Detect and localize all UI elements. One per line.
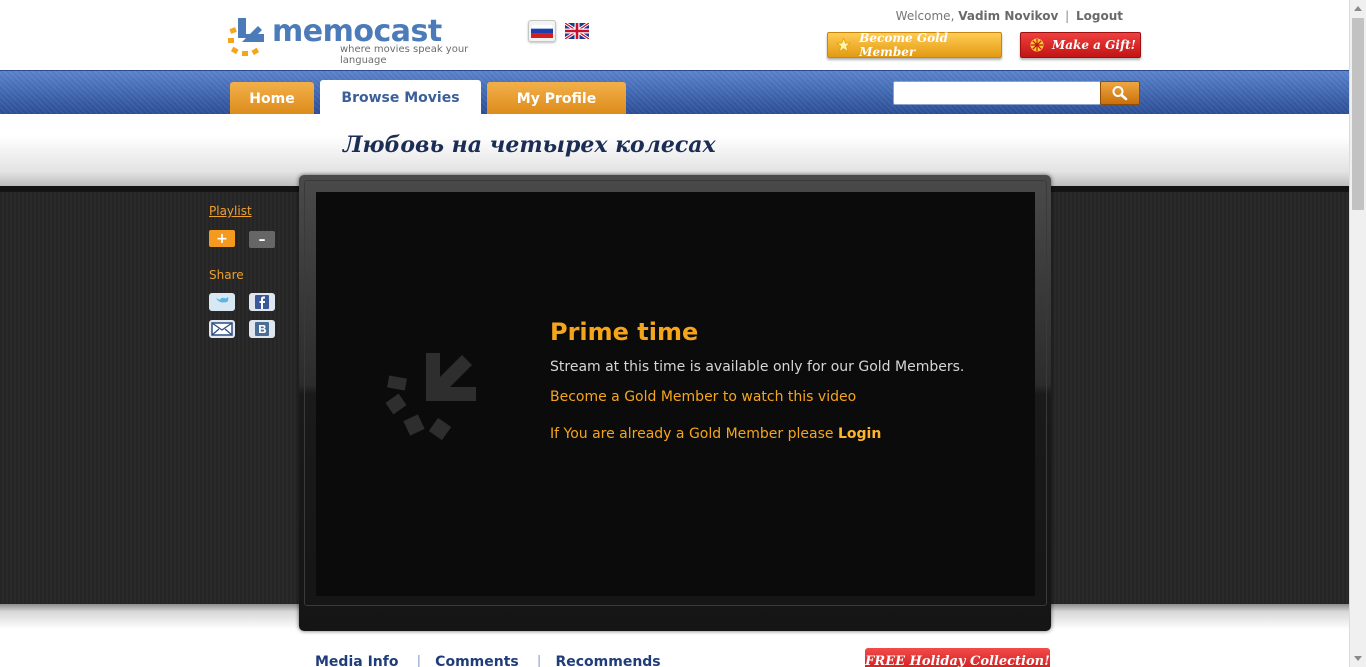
video-player[interactable]: Prime time Stream at this time is availa… [316,192,1035,596]
main-navigation: Home Browse Movies My Profile [0,70,1349,116]
site-header: memocast where movies speak your languag… [0,0,1349,70]
language-english-button[interactable] [563,20,591,42]
twitter-icon [216,297,229,303]
playlist-add-button[interactable]: + [209,230,235,247]
media-tabs: Media Info | Comments | Recommends [315,654,679,667]
memocast-arrow-icon [228,18,264,56]
login-link[interactable]: Login [838,426,881,442]
tab-home[interactable]: Home [230,82,314,115]
make-a-gift-button[interactable]: Make a Gift! [1020,32,1141,58]
tab-my-profile[interactable]: My Profile [487,82,626,115]
share-facebook-button[interactable] [249,293,275,311]
email-icon [211,322,233,336]
language-russian-button[interactable] [528,20,556,42]
snowflake-icon [1030,38,1044,52]
tab-comments[interactable]: Comments [435,654,537,667]
scrollbar-thumb[interactable] [1352,18,1364,210]
tab-separator: | [416,654,422,667]
scroll-up-arrow-icon[interactable] [1353,4,1363,14]
share-label: Share [209,268,244,282]
memocast-watermark-icon [385,353,476,441]
welcome-separator: | [1065,9,1070,23]
search-input[interactable] [893,81,1101,105]
share-email-button[interactable] [209,320,235,338]
logout-link[interactable]: Logout [1076,9,1123,23]
page-scrollbar[interactable] [1349,0,1366,667]
magnifier-icon [1112,86,1128,101]
login-prompt: If You are already a Gold Member please … [550,426,881,442]
become-gold-member-button[interactable]: Become Gold Member [827,31,1002,59]
brand-tagline: where movies speak your language [340,44,469,66]
welcome-bar: Welcome, Vadim Novikov | Logout [896,9,1123,23]
welcome-text: Welcome, [895,9,955,23]
tab-separator: | [536,654,542,667]
tab-media-info[interactable]: Media Info [315,654,416,667]
prime-time-message: Stream at this time is available only fo… [550,359,965,375]
become-gold-member-label: Become Gold Member [859,31,949,59]
movie-title: Любовь на четырех колесах [343,132,716,158]
become-gold-member-link[interactable]: Become a Gold Member to watch this video [550,389,856,405]
free-holiday-collection-button[interactable]: FREE Holiday Collection! [865,648,1050,667]
tab-browse-movies[interactable]: Browse Movies [320,80,481,116]
playlist-link[interactable]: Playlist [209,204,289,218]
scroll-down-arrow-icon[interactable] [1353,653,1363,663]
share-vkontakte-button[interactable] [249,320,275,338]
prime-time-heading: Prime time [550,318,699,346]
share-twitter-button[interactable] [209,293,235,311]
facebook-icon [255,295,269,309]
star-icon [836,37,852,53]
vkontakte-icon [255,322,269,336]
player-sidebar: Playlist + – Share [209,204,289,338]
login-prompt-text: If You are already a Gold Member please [550,426,834,442]
playlist-remove-button[interactable]: – [249,231,275,248]
user-name: Vadim Novikov [958,9,1059,23]
memocast-logo[interactable]: memocast where movies speak your languag… [228,14,508,66]
make-a-gift-label: Make a Gift! [1052,38,1136,52]
tab-recommends[interactable]: Recommends [555,654,678,667]
search-button[interactable] [1100,81,1140,105]
russia-flag-icon [531,24,553,38]
uk-flag-icon [565,23,589,39]
